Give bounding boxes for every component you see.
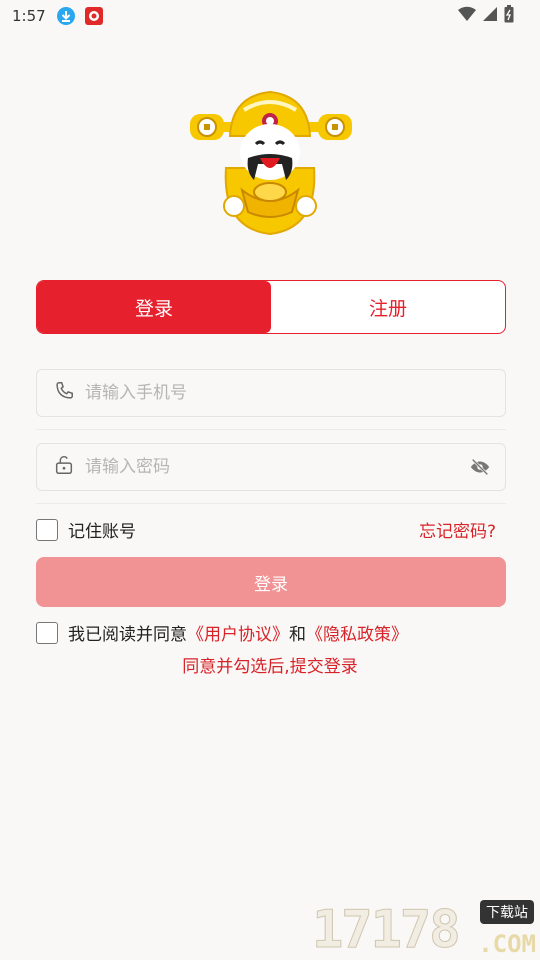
user-agreement-link[interactable]: 《用户协议》: [187, 625, 289, 645]
agreement-checkbox[interactable]: [36, 621, 58, 644]
privacy-policy-link[interactable]: 《隐私政策》: [306, 625, 408, 645]
remember-label: 记住账号: [68, 522, 136, 542]
remember-checkbox[interactable]: [36, 518, 58, 541]
app-notification-icon: [84, 6, 104, 26]
wifi-icon: [458, 6, 476, 26]
divider: [36, 503, 506, 504]
watermark: 17178 下载站 .COM: [312, 898, 540, 960]
password-field[interactable]: [36, 443, 506, 491]
mascot-logo: [186, 88, 354, 240]
unlock-icon: [53, 454, 75, 480]
phone-input[interactable]: [75, 383, 505, 403]
tab-register[interactable]: 注册: [271, 281, 505, 333]
phone-field[interactable]: [36, 369, 506, 417]
agreement-and: 和: [289, 625, 306, 645]
signal-icon: [482, 6, 498, 26]
remember-row: 记住账号 忘记密码?: [36, 517, 506, 542]
auth-tabs: 登录 注册: [36, 280, 506, 334]
agreement-row: 我已阅读并同意《用户协议》和《隐私政策》: [36, 620, 408, 645]
login-button[interactable]: 登录: [36, 557, 506, 607]
phone-icon: [53, 380, 75, 406]
tab-login[interactable]: 登录: [37, 281, 271, 333]
download-icon: [56, 6, 76, 26]
eye-off-icon[interactable]: [469, 456, 491, 478]
watermark-number: 17178: [312, 900, 462, 960]
forgot-password-link[interactable]: 忘记密码?: [419, 517, 496, 542]
agreement-prefix: 我已阅读并同意: [68, 625, 187, 645]
watermark-suffix: .COM: [478, 930, 536, 958]
password-input[interactable]: [75, 457, 469, 477]
agreement-hint: 同意并勾选后,提交登录: [182, 657, 358, 677]
agreement-text: 我已阅读并同意《用户协议》和《隐私政策》: [68, 620, 408, 645]
status-time: 1:57: [12, 7, 46, 25]
status-bar: 1:57: [0, 0, 540, 32]
watermark-badge: 下载站: [480, 900, 534, 924]
divider: [36, 429, 506, 430]
battery-icon: [504, 5, 514, 27]
